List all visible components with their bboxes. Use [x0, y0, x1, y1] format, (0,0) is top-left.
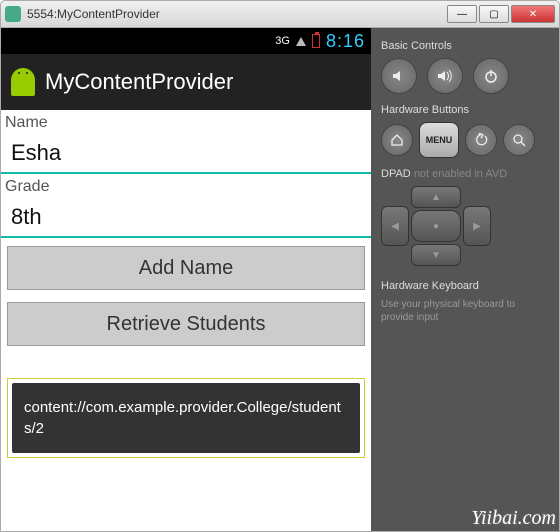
hardware-buttons-title: Hardware Buttons [381, 104, 549, 116]
window-titlebar: 5554:MyContentProvider — ▢ ✕ [0, 0, 560, 28]
android-robot-icon [11, 68, 35, 96]
grade-label: Grade [1, 174, 371, 198]
device-screen: 3G 8:16 MyContentProvider Name Grade Add… [1, 28, 371, 531]
volume-up-button[interactable] [427, 58, 463, 94]
hardware-keyboard-note: Use your physical keyboard to provide in… [381, 298, 549, 324]
add-name-button[interactable]: Add Name [7, 246, 365, 290]
search-button[interactable] [503, 124, 535, 156]
app-action-bar: MyContentProvider [1, 54, 371, 110]
window-controls: — ▢ ✕ [447, 5, 555, 23]
battery-icon [312, 34, 320, 48]
dpad-left-button[interactable]: ◀ [381, 206, 409, 246]
signal-icon [296, 37, 306, 46]
dpad: ▲ ▼ ◀ ▶ ● [381, 186, 491, 266]
app-title: MyContentProvider [45, 69, 233, 95]
back-button[interactable] [465, 124, 497, 156]
watermark: Yiibai.com [471, 507, 556, 530]
app-window-icon [5, 6, 21, 22]
name-input[interactable] [1, 134, 371, 174]
volume-down-button[interactable] [381, 58, 417, 94]
menu-button[interactable]: MENU [419, 122, 459, 158]
dpad-up-button[interactable]: ▲ [411, 186, 461, 208]
toast-container: content://com.example.provider.College/s… [7, 378, 365, 458]
minimize-button[interactable]: — [447, 5, 477, 23]
dpad-title: DPAD not enabled in AVD [381, 168, 549, 180]
dpad-down-button[interactable]: ▼ [411, 244, 461, 266]
emulator-control-panel: Basic Controls Hardware Buttons MENU DPA… [371, 28, 559, 531]
power-button[interactable] [473, 58, 509, 94]
home-button[interactable] [381, 124, 413, 156]
network-indicator: 3G [275, 35, 290, 47]
retrieve-students-button[interactable]: Retrieve Students [7, 302, 365, 346]
maximize-button[interactable]: ▢ [479, 5, 509, 23]
toast-message: content://com.example.provider.College/s… [12, 383, 360, 453]
app-content: Name Grade Add Name Retrieve Students co… [1, 110, 371, 531]
hardware-keyboard-title: Hardware Keyboard [381, 280, 549, 292]
android-statusbar: 3G 8:16 [1, 28, 371, 54]
close-button[interactable]: ✕ [511, 5, 555, 23]
basic-controls-title: Basic Controls [381, 40, 549, 52]
window-title: 5554:MyContentProvider [27, 7, 447, 21]
dpad-center-button[interactable]: ● [411, 210, 461, 242]
name-label: Name [1, 110, 371, 134]
grade-input[interactable] [1, 198, 371, 238]
clock: 8:16 [326, 31, 365, 52]
emulator-frame: 3G 8:16 MyContentProvider Name Grade Add… [0, 28, 560, 532]
dpad-right-button[interactable]: ▶ [463, 206, 491, 246]
